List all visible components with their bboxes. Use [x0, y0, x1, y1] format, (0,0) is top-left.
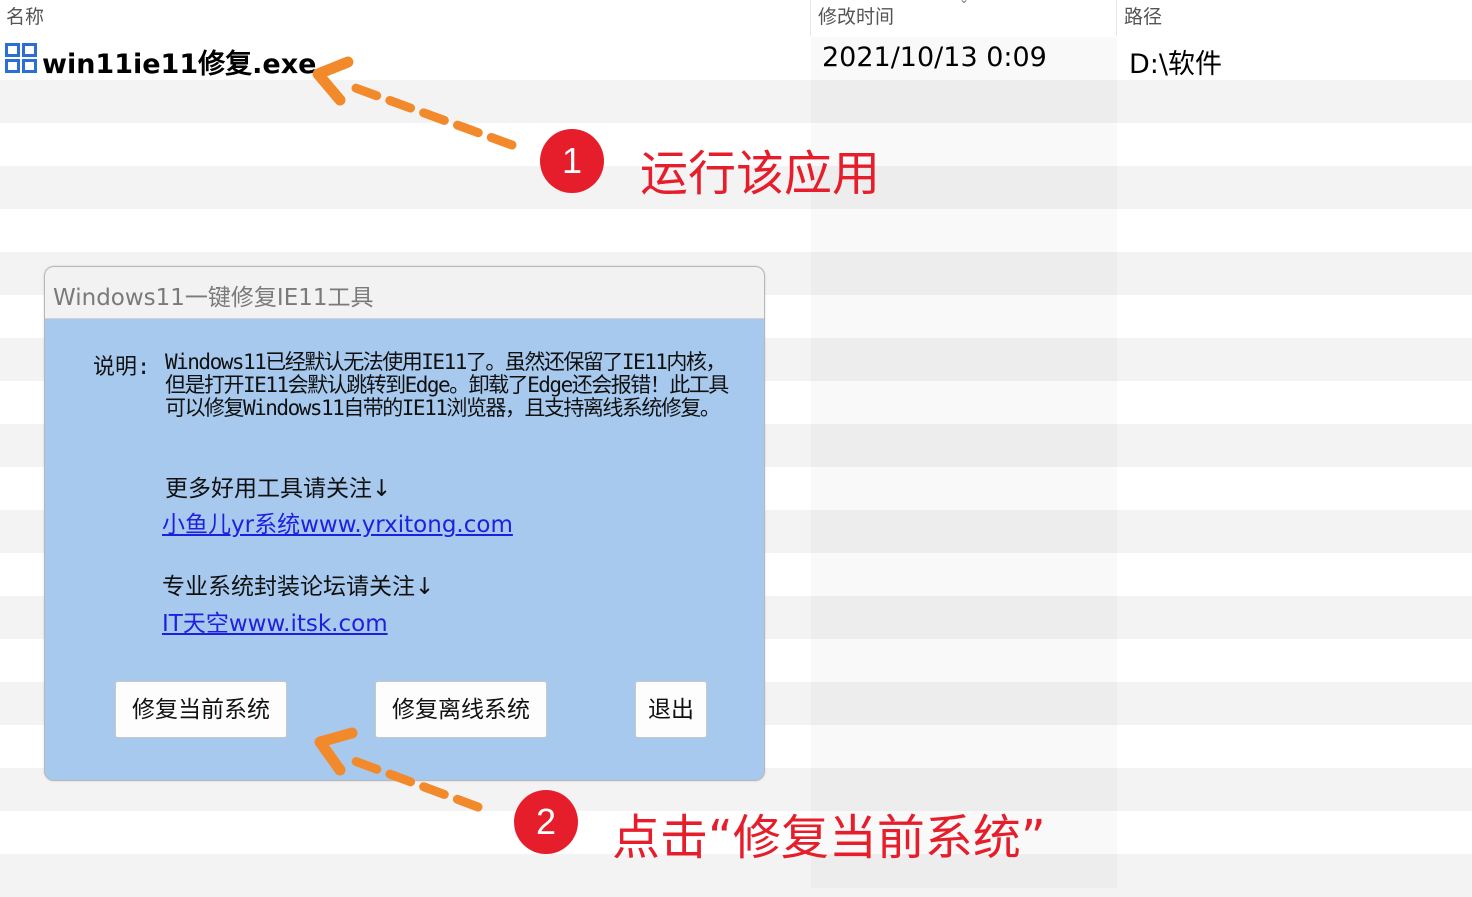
file-name[interactable]: win11ie11修复.exe [42, 42, 316, 81]
description-label: 说明: [93, 355, 151, 380]
forum-label: 专业系统封装论坛请关注↓ [162, 574, 435, 600]
column-divider[interactable] [810, 0, 811, 36]
app-exe-icon [5, 43, 37, 73]
step2-annotation-text: 点击“修复当前系统” [612, 810, 1046, 866]
file-modified-date: 2021/10/13 0:09 [822, 42, 1047, 73]
step1-annotation-text: 运行该应用 [640, 146, 881, 202]
dialog-title: Windows11一键修复IE11工具 [53, 285, 374, 311]
file-path: D:\软件 [1129, 49, 1222, 80]
column-header-name[interactable]: 名称 [6, 2, 44, 29]
itsk-link[interactable]: IT天空www.itsk.com [162, 604, 388, 638]
column-header-bar: 名称 ⌄ 修改时间 路径 [0, 0, 1472, 36]
column-divider[interactable] [1116, 0, 1117, 36]
repair-tool-dialog: Windows11一键修复IE11工具 说明: Windows11已经默认无法使… [44, 266, 765, 781]
repair-offline-system-button[interactable]: 修复离线系统 [375, 681, 547, 738]
list-row-empty [0, 80, 1472, 123]
more-tools-label: 更多好用工具请关注↓ [165, 476, 392, 502]
repair-current-system-button[interactable]: 修复当前系统 [115, 681, 287, 738]
yrxitong-link[interactable]: 小鱼儿yr系统www.yrxitong.com [162, 505, 513, 539]
column-header-path[interactable]: 路径 [1124, 2, 1162, 29]
dialog-titlebar[interactable]: Windows11一键修复IE11工具 [45, 267, 764, 319]
exit-button[interactable]: 退出 [635, 681, 707, 738]
description-text: Windows11已经默认无法使用IE11了。虽然还保留了IE11内核，但是打开… [165, 350, 729, 420]
sort-caret-icon: ⌄ [959, 0, 969, 6]
column-header-modified[interactable]: 修改时间 [818, 2, 894, 29]
step1-number-badge: 1 [540, 129, 604, 193]
step2-number-badge: 2 [514, 790, 578, 854]
